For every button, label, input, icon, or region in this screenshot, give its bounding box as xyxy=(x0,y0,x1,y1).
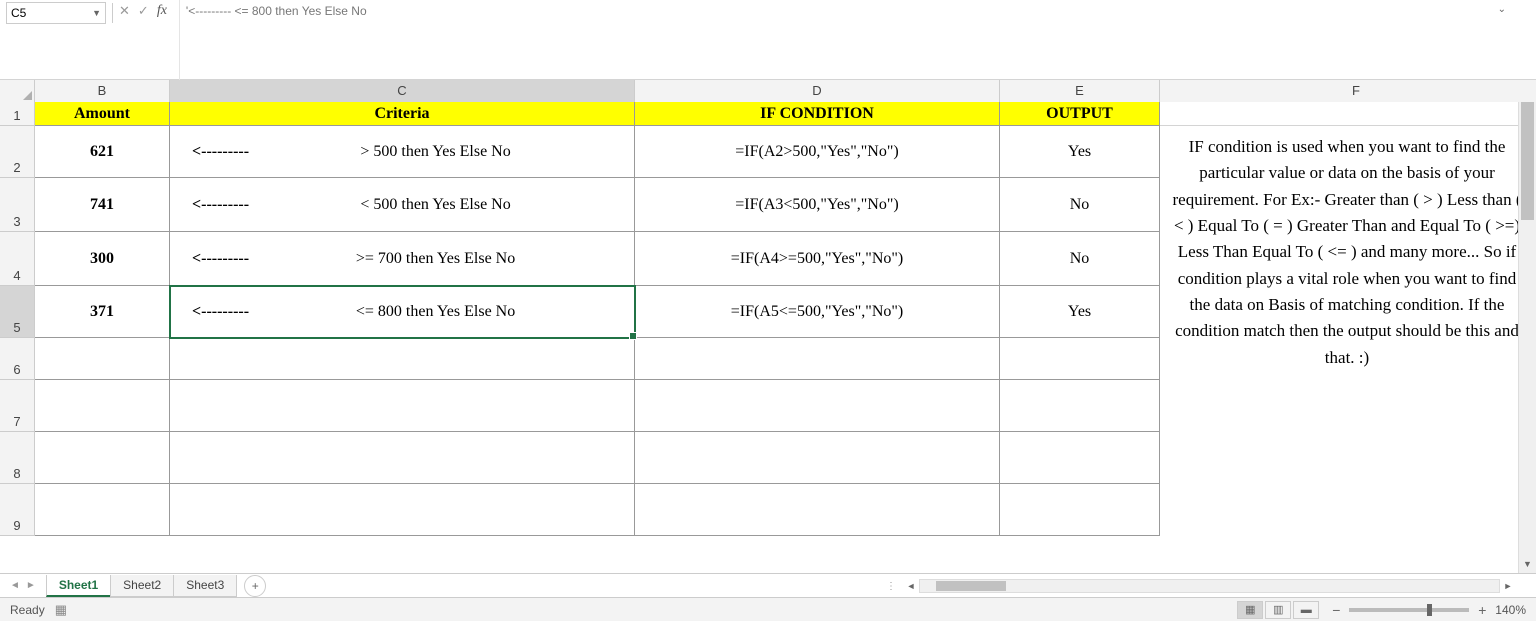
col-header-f[interactable]: F xyxy=(1160,80,1536,102)
cell-D5[interactable]: =IF(A5<=500,"Yes","No") xyxy=(635,286,1000,338)
sheet-tab-sheet2[interactable]: Sheet2 xyxy=(110,575,174,597)
zoom-control: − + 140% xyxy=(1329,602,1526,618)
cell-D1[interactable]: IF CONDITION xyxy=(635,102,1000,126)
status-bar: Ready ▦ ▦ ▥ ▬ − + 140% xyxy=(0,597,1536,621)
cell-F1[interactable] xyxy=(1160,102,1535,126)
col-header-e[interactable]: E xyxy=(1000,80,1160,102)
select-all-corner[interactable] xyxy=(0,80,35,102)
hscroll-thumb[interactable] xyxy=(936,581,1006,591)
scroll-down-icon[interactable]: ▼ xyxy=(1519,555,1536,573)
zoom-slider[interactable] xyxy=(1349,608,1469,612)
cell-D7[interactable] xyxy=(635,380,1000,432)
fx-icon[interactable]: fx xyxy=(157,3,167,19)
cell-D9[interactable] xyxy=(635,484,1000,536)
tab-next-icon[interactable]: ► xyxy=(26,580,36,591)
cell-B3[interactable]: 741 xyxy=(35,178,170,232)
vertical-scrollbar[interactable]: ▲ ▼ xyxy=(1518,80,1536,573)
sheet-tabs: Sheet1Sheet2Sheet3 xyxy=(46,575,236,597)
row-header-8[interactable]: 8 xyxy=(0,432,34,484)
cell-B1[interactable]: Amount xyxy=(35,102,170,126)
tab-prev-icon[interactable]: ◄ xyxy=(10,580,20,591)
cell-C5[interactable]: <---------<= 800 then Yes Else No xyxy=(170,286,635,338)
cell-B5[interactable]: 371 xyxy=(35,286,170,338)
cell-D6[interactable] xyxy=(635,338,1000,380)
zoom-level: 140% xyxy=(1495,603,1526,617)
cell-C9[interactable] xyxy=(170,484,635,536)
cell-B2[interactable]: 621 xyxy=(35,126,170,178)
column-headers: B C D E F xyxy=(0,80,1536,102)
cell-B9[interactable] xyxy=(35,484,170,536)
cell-C1[interactable]: Criteria xyxy=(170,102,635,126)
cell-E3[interactable]: No xyxy=(1000,178,1160,232)
vscroll-thumb[interactable] xyxy=(1521,100,1534,220)
cell-C8[interactable] xyxy=(170,432,635,484)
cancel-formula-icon[interactable]: ✕ xyxy=(119,3,130,19)
row-header-3[interactable]: 3 xyxy=(0,178,34,232)
divider xyxy=(112,3,113,23)
cell-C6[interactable] xyxy=(170,338,635,380)
cell-E7[interactable] xyxy=(1000,380,1160,432)
name-box[interactable]: C5 ▼ xyxy=(6,2,106,24)
horizontal-scrollbar[interactable]: ⋮ ◄ ► xyxy=(880,577,1516,595)
cell-D8[interactable] xyxy=(635,432,1000,484)
cell-B4[interactable]: 300 xyxy=(35,232,170,286)
row-header-6[interactable]: 6 xyxy=(0,338,34,380)
cell-B8[interactable] xyxy=(35,432,170,484)
cell-B6[interactable] xyxy=(35,338,170,380)
row-headers: 123456789 xyxy=(0,102,35,536)
view-buttons: ▦ ▥ ▬ xyxy=(1237,601,1319,619)
cell-C4[interactable]: <--------->= 700 then Yes Else No xyxy=(170,232,635,286)
zoom-out-button[interactable]: − xyxy=(1329,602,1343,618)
formula-text: '<--------- <= 800 then Yes Else No xyxy=(186,4,367,18)
page-break-view-button[interactable]: ▬ xyxy=(1293,601,1319,619)
status-ready: Ready xyxy=(10,603,45,617)
col-header-d[interactable]: D xyxy=(635,80,1000,102)
spreadsheet-grid: B C D E F 123456789 AmountCriteriaIF CON… xyxy=(0,80,1536,573)
col-header-c[interactable]: C xyxy=(170,80,635,102)
name-box-value: C5 xyxy=(11,6,92,20)
add-sheet-button[interactable]: + xyxy=(244,575,266,597)
cell-D3[interactable]: =IF(A3<500,"Yes","No") xyxy=(635,178,1000,232)
cell-F2-note[interactable]: IF condition is used when you want to fi… xyxy=(1160,126,1535,573)
row-header-1[interactable]: 1 xyxy=(0,102,34,126)
sheet-tabs-bar: ◄ ► Sheet1Sheet2Sheet3 + ⋮ ◄ ► xyxy=(0,573,1536,597)
accept-formula-icon[interactable]: ✓ xyxy=(138,3,149,19)
cell-C7[interactable] xyxy=(170,380,635,432)
page-layout-view-button[interactable]: ▥ xyxy=(1265,601,1291,619)
cell-E5[interactable]: Yes xyxy=(1000,286,1160,338)
scroll-right-icon[interactable]: ► xyxy=(1500,581,1516,591)
cell-E1[interactable]: OUTPUT xyxy=(1000,102,1160,126)
sheet-tab-sheet1[interactable]: Sheet1 xyxy=(46,575,111,597)
col-header-b[interactable]: B xyxy=(35,80,170,102)
scroll-left-icon[interactable]: ◄ xyxy=(903,581,919,591)
row-header-4[interactable]: 4 xyxy=(0,232,34,286)
sheet-tab-sheet3[interactable]: Sheet3 xyxy=(173,575,237,597)
cell-C2[interactable]: <---------> 500 then Yes Else No xyxy=(170,126,635,178)
cell-B7[interactable] xyxy=(35,380,170,432)
cell-E4[interactable]: No xyxy=(1000,232,1160,286)
chevron-down-icon[interactable]: ▼ xyxy=(92,8,101,18)
cell-E6[interactable] xyxy=(1000,338,1160,380)
macro-record-icon[interactable]: ▦ xyxy=(55,602,67,618)
cell-D2[interactable]: =IF(A2>500,"Yes","No") xyxy=(635,126,1000,178)
cell-D4[interactable]: =IF(A4>=500,"Yes","No") xyxy=(635,232,1000,286)
formula-input[interactable]: '<--------- <= 800 then Yes Else No ⌄ xyxy=(179,0,1512,80)
row-header-2[interactable]: 2 xyxy=(0,126,34,178)
expand-formula-icon[interactable]: ⌄ xyxy=(1498,4,1506,15)
hscroll-track[interactable] xyxy=(919,579,1500,593)
row-header-5[interactable]: 5 xyxy=(0,286,34,338)
row-header-7[interactable]: 7 xyxy=(0,380,34,432)
hscroll-grip-icon[interactable]: ⋮ xyxy=(880,581,903,592)
cell-E8[interactable] xyxy=(1000,432,1160,484)
zoom-handle[interactable] xyxy=(1427,604,1432,616)
cell-E9[interactable] xyxy=(1000,484,1160,536)
normal-view-button[interactable]: ▦ xyxy=(1237,601,1263,619)
tab-nav: ◄ ► xyxy=(0,580,46,591)
row-header-9[interactable]: 9 xyxy=(0,484,34,536)
cell-E2[interactable]: Yes xyxy=(1000,126,1160,178)
cell-C3[interactable]: <---------< 500 then Yes Else No xyxy=(170,178,635,232)
zoom-in-button[interactable]: + xyxy=(1475,602,1489,618)
formula-bar: C5 ▼ ✕ ✓ fx '<--------- <= 800 then Yes … xyxy=(0,0,1536,80)
